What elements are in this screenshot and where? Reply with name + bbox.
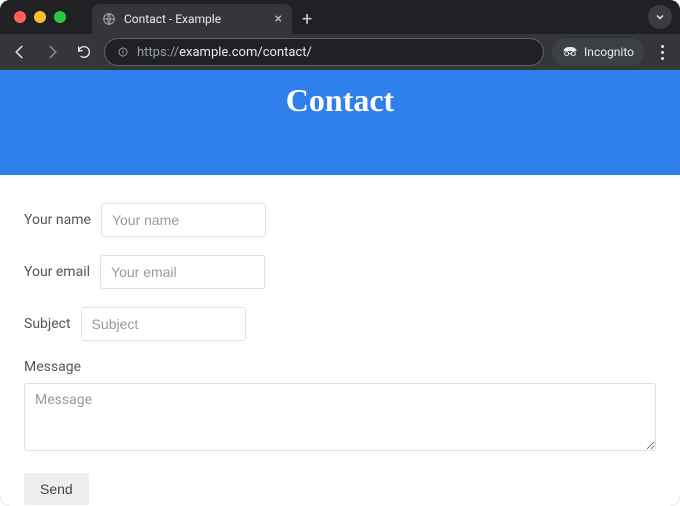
window-controls <box>8 0 72 34</box>
name-row: Your name <box>24 203 656 237</box>
close-tab-icon[interactable]: × <box>275 12 282 26</box>
page-title: Contact <box>286 82 394 119</box>
email-label: Your email <box>24 264 90 280</box>
send-button[interactable]: Send <box>24 473 89 505</box>
globe-icon <box>102 12 116 26</box>
subject-row: Subject <box>24 307 656 341</box>
subject-input[interactable] <box>81 307 246 341</box>
menu-button[interactable] <box>652 45 672 60</box>
name-label: Your name <box>24 212 91 228</box>
incognito-icon <box>562 45 578 59</box>
name-input[interactable] <box>101 203 266 237</box>
back-button[interactable] <box>8 40 32 64</box>
url-text: https://example.com/contact/ <box>137 45 312 60</box>
address-bar[interactable]: https://example.com/contact/ <box>104 38 544 66</box>
subject-label: Subject <box>24 316 71 332</box>
message-row: Message <box>24 359 656 455</box>
email-row: Your email <box>24 255 656 289</box>
forward-button[interactable] <box>40 40 64 64</box>
incognito-label: Incognito <box>584 45 634 59</box>
tab-strip: Contact - Example × + <box>0 0 680 34</box>
incognito-badge[interactable]: Incognito <box>552 38 644 66</box>
lock-icon <box>117 46 129 58</box>
close-window-button[interactable] <box>14 11 26 23</box>
contact-form: Your name Your email Subject Message Sen… <box>0 175 680 506</box>
tab-list-button[interactable] <box>648 5 672 29</box>
maximize-window-button[interactable] <box>54 11 66 23</box>
new-tab-button[interactable]: + <box>292 9 322 34</box>
tab-title: Contact - Example <box>124 12 267 26</box>
page-hero: Contact <box>0 70 680 175</box>
toolbar: https://example.com/contact/ Incognito <box>0 34 680 70</box>
page-content: Contact Your name Your email Subject Mes… <box>0 70 680 506</box>
message-label: Message <box>24 359 656 375</box>
email-input[interactable] <box>100 255 265 289</box>
url-host-path: example.com/contact/ <box>179 45 312 60</box>
url-scheme: https:// <box>137 45 179 60</box>
minimize-window-button[interactable] <box>34 11 46 23</box>
reload-button[interactable] <box>72 40 96 64</box>
browser-window: Contact - Example × + https://example.co… <box>0 0 680 506</box>
message-textarea[interactable] <box>24 383 656 451</box>
browser-tab[interactable]: Contact - Example × <box>92 4 292 34</box>
